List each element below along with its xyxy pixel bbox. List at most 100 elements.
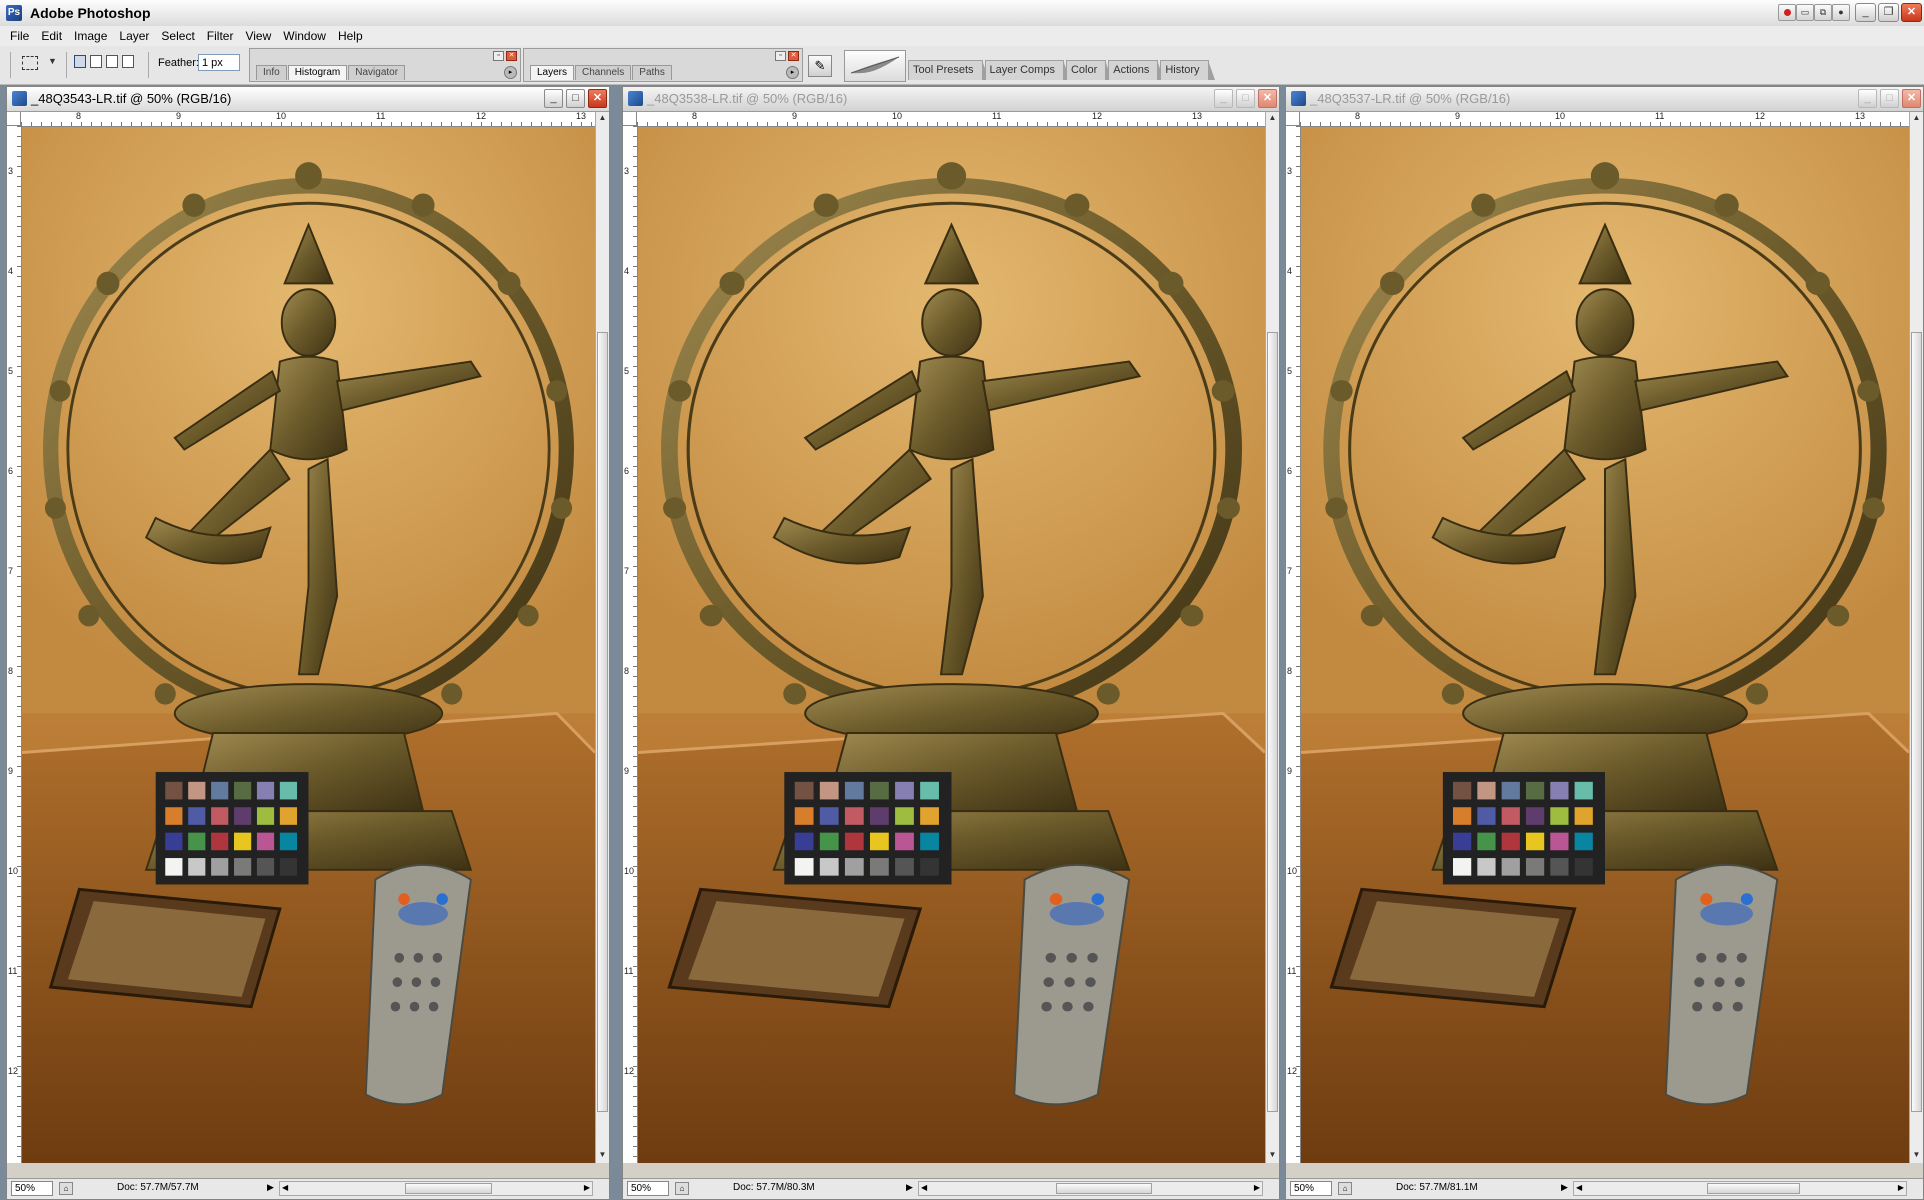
scroll-thumb[interactable] [404,1183,493,1194]
zoom-field[interactable]: 50% [627,1181,669,1196]
tab-color[interactable]: Color [1065,60,1113,80]
document-window[interactable]: _48Q3537-LR.tif @ 50% (RGB/16) _ □ ✕ 8 9 1… [1285,86,1924,1200]
tray-monitor-icon[interactable]: ▭ [1796,4,1814,21]
tab-history[interactable]: History [1160,60,1215,80]
add-selection-icon[interactable] [90,55,102,68]
doc-minimize-button[interactable]: _ [1858,89,1877,108]
intersect-selection-icon[interactable] [122,55,134,68]
status-preview-icon[interactable]: ⌂ [59,1182,73,1195]
scroll-up-icon[interactable]: ▲ [1267,113,1278,125]
scroll-up-icon[interactable]: ▲ [597,113,608,125]
scroll-down-icon[interactable]: ▼ [597,1150,608,1162]
subtract-selection-icon[interactable] [106,55,118,68]
tab-layer-comps[interactable]: Layer Comps [984,60,1071,80]
menu-help[interactable]: Help [332,26,369,46]
status-menu-arrow-icon[interactable]: ▶ [906,1182,913,1193]
menu-file[interactable]: File [0,26,35,46]
ruler-horizontal[interactable]: 8 9 10 11 12 13 [637,111,1265,127]
status-menu-arrow-icon[interactable]: ▶ [1561,1182,1568,1193]
doc-minimize-button[interactable]: _ [1214,89,1233,108]
tray-restore-icon[interactable]: ⧉ [1814,4,1832,21]
zoom-field[interactable]: 50% [11,1181,53,1196]
feather-input[interactable] [198,54,240,71]
palette-menu-icon[interactable]: ▸ [504,66,517,79]
vertical-scrollbar[interactable]: ▲ ▼ [1265,112,1279,1163]
ruler-origin[interactable] [7,112,21,126]
image-canvas[interactable] [638,127,1265,1163]
doc-maximize-button[interactable]: □ [566,89,585,108]
scroll-left-icon[interactable]: ◀ [921,1183,927,1192]
tab-layers[interactable]: Layers [530,65,575,80]
menu-layer[interactable]: Layer [113,26,155,46]
close-button[interactable]: ✕ [1901,3,1922,22]
scroll-right-icon[interactable]: ▶ [584,1183,590,1192]
tab-actions[interactable]: Actions [1108,60,1165,80]
zoom-field[interactable]: 50% [1290,1181,1332,1196]
new-selection-icon[interactable] [74,55,86,68]
scroll-right-icon[interactable]: ▶ [1254,1183,1260,1192]
menu-filter[interactable]: Filter [201,26,240,46]
tool-preset-arrow-icon[interactable]: ▼ [48,56,57,66]
doc-close-button[interactable]: ✕ [1902,89,1921,108]
brush-palette-icon[interactable]: ✎ [808,55,832,77]
doc-maximize-button[interactable]: □ [1880,89,1899,108]
ruler-origin[interactable] [1286,112,1300,126]
scroll-thumb[interactable] [1056,1183,1153,1194]
status-menu-arrow-icon[interactable]: ▶ [267,1182,274,1193]
tab-histogram[interactable]: Histogram [287,65,348,80]
doc-close-button[interactable]: ✕ [588,89,607,108]
status-preview-icon[interactable]: ⌂ [1338,1182,1352,1195]
ruler-origin[interactable] [623,112,637,126]
scroll-thumb[interactable] [1911,332,1922,1112]
doc-minimize-button[interactable]: _ [544,89,563,108]
horizontal-scrollbar[interactable]: ◀ ▶ [279,1181,593,1196]
vertical-scrollbar[interactable]: ▲ ▼ [595,112,609,1163]
palette-close-icon[interactable]: ✕ [788,51,799,61]
image-canvas[interactable] [1301,127,1909,1163]
tray-record-icon[interactable]: ● [1832,4,1850,21]
menu-window[interactable]: Window [277,26,332,46]
horizontal-scrollbar[interactable]: ◀ ▶ [918,1181,1263,1196]
palette-dock-icon[interactable]: ▫ [493,51,504,61]
vertical-scrollbar[interactable]: ▲ ▼ [1909,112,1923,1163]
scroll-thumb[interactable] [1267,332,1278,1112]
document-title-bar[interactable]: _48Q3538-LR.tif @ 50% (RGB/16) _ □ ✕ [623,87,1279,112]
document-title-bar[interactable]: _48Q3537-LR.tif @ 50% (RGB/16) _ □ ✕ [1286,87,1923,112]
scroll-right-icon[interactable]: ▶ [1898,1183,1904,1192]
scroll-down-icon[interactable]: ▼ [1911,1150,1922,1162]
ruler-vertical[interactable]: 3 4 5 6 7 8 9 10 11 12 [623,126,638,1163]
scroll-thumb[interactable] [597,332,608,1112]
menu-view[interactable]: View [239,26,277,46]
palette-menu-icon[interactable]: ▸ [786,66,799,79]
rectangular-marquee-icon[interactable] [22,56,38,70]
minimize-button[interactable]: _ [1855,3,1876,22]
document-window[interactable]: _48Q3538-LR.tif @ 50% (RGB/16) _ □ ✕ 8 9 1… [622,86,1280,1200]
palette-dock-icon[interactable]: ▫ [775,51,786,61]
scroll-left-icon[interactable]: ◀ [1576,1183,1582,1192]
palette-close-icon[interactable]: ✕ [506,51,517,61]
scroll-up-icon[interactable]: ▲ [1911,113,1922,125]
tab-navigator[interactable]: Navigator [348,65,406,80]
doc-close-button[interactable]: ✕ [1258,89,1277,108]
document-window[interactable]: _48Q3543-LR.tif @ 50% (RGB/16) _ □ ✕ 8 9 1… [6,86,610,1200]
status-preview-icon[interactable]: ⌂ [675,1182,689,1195]
horizontal-scrollbar[interactable]: ◀ ▶ [1573,1181,1907,1196]
scroll-thumb[interactable] [1706,1183,1800,1194]
ruler-vertical[interactable]: 3 4 5 6 7 8 9 10 11 12 [1286,126,1301,1163]
tab-tool-presets[interactable]: Tool Presets [908,60,989,80]
ruler-vertical[interactable]: 3 4 5 6 7 8 9 10 11 12 [7,126,22,1163]
scroll-left-icon[interactable]: ◀ [282,1183,288,1192]
menu-image[interactable]: Image [68,26,113,46]
tab-channels[interactable]: Channels [575,65,632,80]
maximize-button[interactable]: ❐ [1878,3,1899,22]
tab-paths[interactable]: Paths [632,65,672,80]
doc-maximize-button[interactable]: □ [1236,89,1255,108]
tray-red-icon[interactable] [1778,4,1796,21]
tab-info[interactable]: Info [256,65,287,80]
ruler-horizontal[interactable]: 8 9 10 11 12 13 [21,111,595,127]
menu-select[interactable]: Select [155,26,200,46]
ruler-horizontal[interactable]: 8 9 10 11 12 13 [1300,111,1909,127]
document-title-bar[interactable]: _48Q3543-LR.tif @ 50% (RGB/16) _ □ ✕ [7,87,609,112]
menu-edit[interactable]: Edit [35,26,68,46]
scroll-down-icon[interactable]: ▼ [1267,1150,1278,1162]
